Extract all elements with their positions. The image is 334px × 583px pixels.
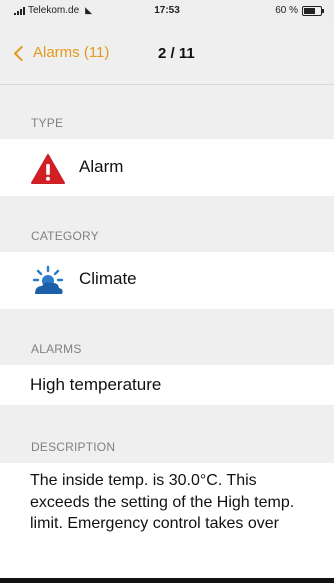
battery-indicator: 60 % (275, 5, 324, 16)
section-header-description: DESCRIPTION (0, 405, 334, 463)
category-value: Climate (79, 269, 137, 288)
section-header-alarms: ALARMS (0, 309, 334, 365)
back-button[interactable]: Alarms (11) (13, 44, 110, 61)
section-header-description-label: DESCRIPTION (31, 440, 116, 454)
category-row: Climate (0, 252, 334, 309)
battery-icon (302, 5, 324, 16)
section-header-type: TYPE (0, 85, 334, 139)
back-button-label: Alarms (11) (33, 44, 110, 61)
alarms-row: High temperature (0, 365, 334, 405)
type-value: Alarm (79, 157, 124, 176)
type-row: Alarm (0, 139, 334, 196)
battery-percent: 60 % (275, 5, 298, 16)
warning-triangle-icon (31, 154, 65, 189)
section-header-type-label: TYPE (31, 116, 64, 130)
section-header-category-label: CATEGORY (31, 229, 99, 243)
pager-indicator: 2 / 11 (158, 45, 195, 62)
section-header-alarms-label: ALARMS (31, 342, 82, 356)
status-bar: Telekom.de ◣ 17:53 60 % (0, 0, 334, 22)
alarm-name: High temperature (30, 375, 162, 394)
description-text: The inside temp. is 30.0°C. This exceeds… (30, 472, 295, 532)
bottom-edge (0, 578, 334, 583)
climate-sun-cloud-icon (31, 265, 65, 300)
chevron-left-icon (13, 45, 30, 61)
section-header-category: CATEGORY (0, 196, 334, 252)
navigation-bar: Alarms (11) 2 / 11 (0, 22, 334, 85)
